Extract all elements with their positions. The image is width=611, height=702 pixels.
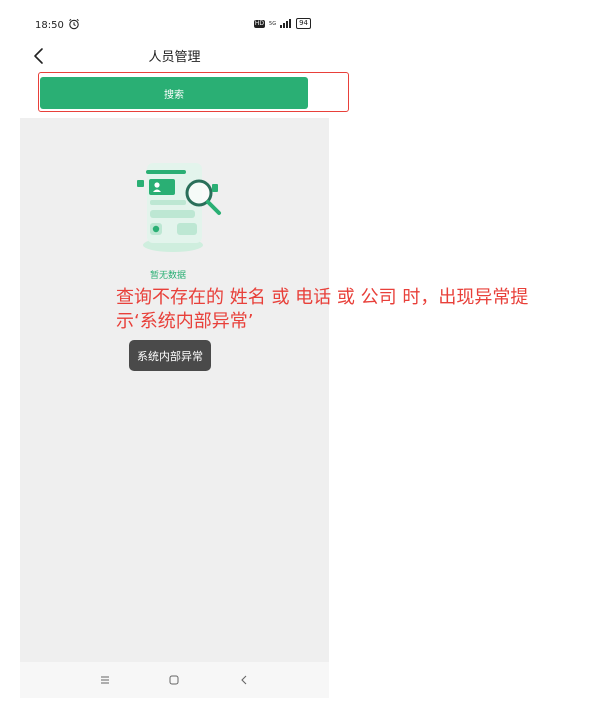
- search-highlight-box: [38, 72, 349, 112]
- page-title: 人员管理: [148, 50, 201, 65]
- app-header: 人员管理: [20, 40, 329, 72]
- status-time: 18:50: [35, 20, 64, 31]
- signal-label: 5G: [269, 20, 277, 27]
- menu-icon[interactable]: [97, 672, 113, 688]
- empty-search-illustration: [137, 163, 221, 252]
- signal-icon: [280, 19, 292, 28]
- hd-badge: HD: [253, 19, 266, 28]
- system-nav-bar: [20, 662, 329, 698]
- status-bar: 18:50 HD 5G 94: [20, 10, 329, 40]
- status-icons: HD 5G 94: [253, 18, 311, 29]
- error-toast: 系统内部异常: [129, 340, 211, 371]
- alarm-icon: [69, 18, 79, 30]
- home-icon[interactable]: [166, 672, 182, 688]
- empty-state-text: 暂无数据: [150, 271, 187, 281]
- nav-back-icon[interactable]: [236, 672, 252, 688]
- annotation-note: 查询不存在的 姓名 或 电话 或 公司 时，出现异常提示‘系统内部异常’: [116, 287, 529, 332]
- battery-icon: 94: [296, 18, 311, 29]
